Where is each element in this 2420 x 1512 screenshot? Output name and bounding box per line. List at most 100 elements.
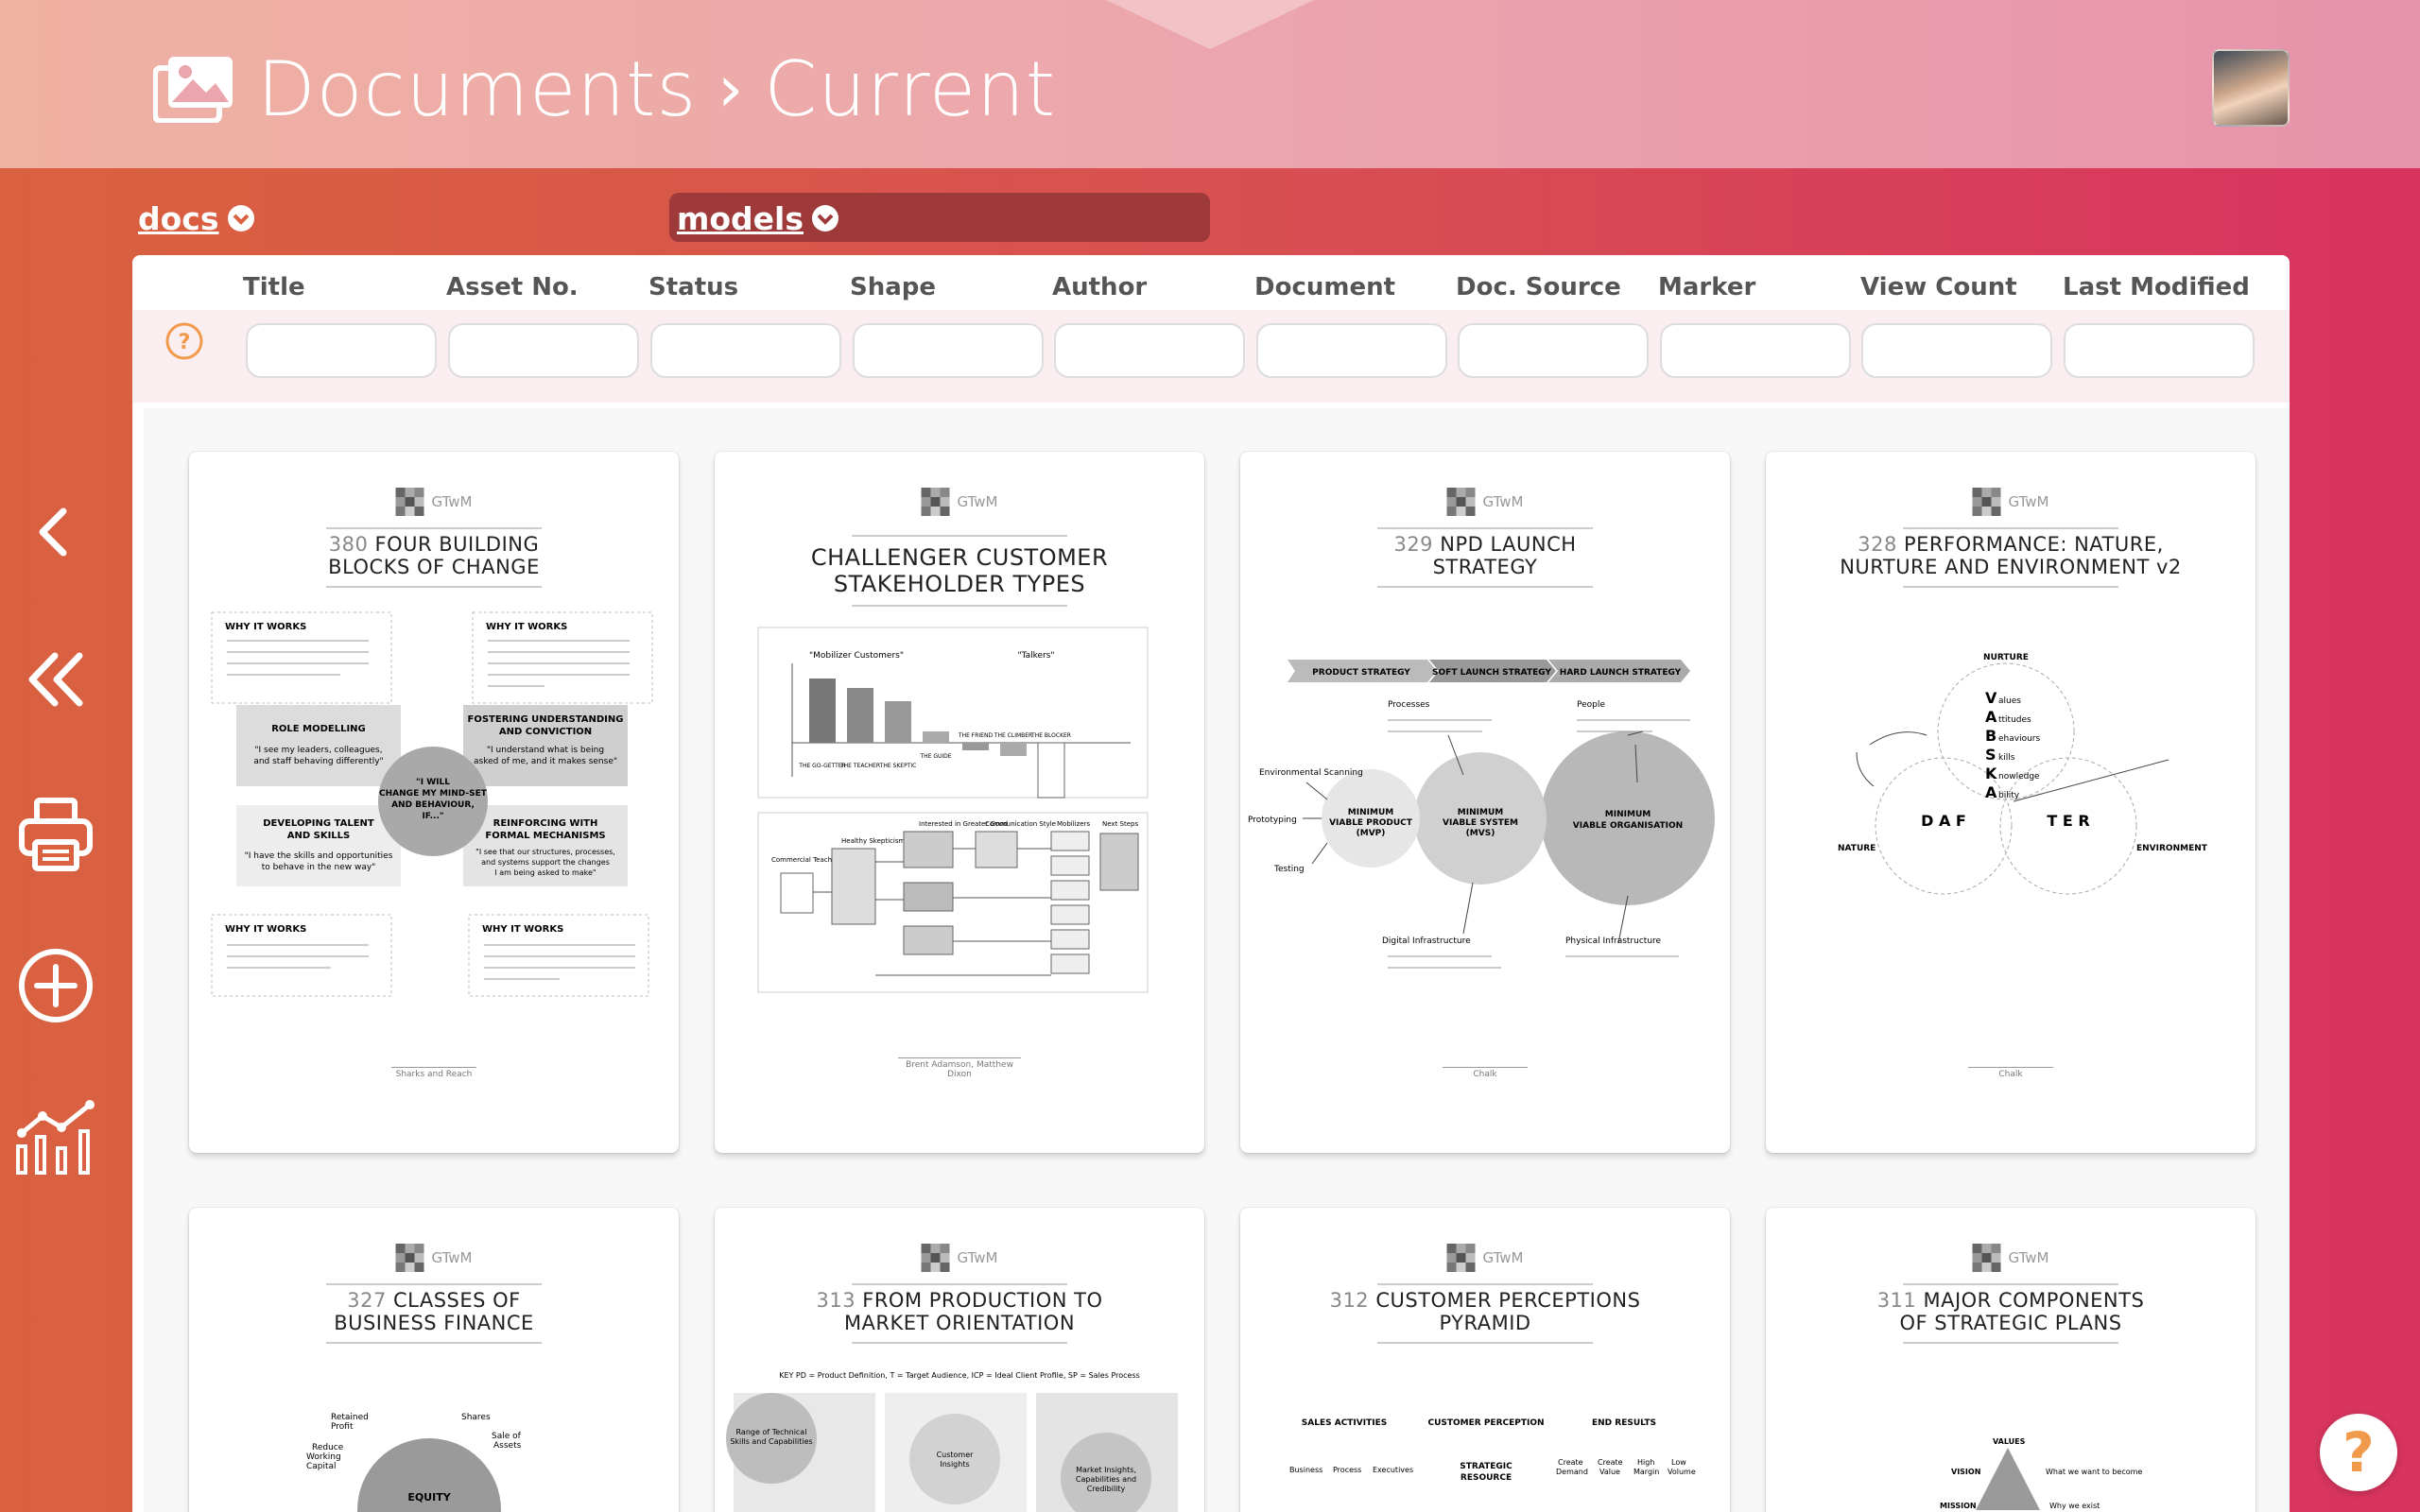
document-card[interactable]: GTwM 311 MAJOR COMPONENTS OF STRATEGIC PL…	[1766, 1208, 2256, 1512]
title-rule	[326, 1342, 542, 1344]
title-filter-input[interactable]	[246, 323, 437, 378]
column-header-title[interactable]: Title	[243, 268, 305, 306]
column-header-view-count[interactable]: View Count	[1860, 268, 2017, 306]
svg-text:VISION: VISION	[1951, 1468, 1980, 1476]
svg-text:MINIMUM: MINIMUM	[1458, 808, 1503, 817]
svg-text:DEVELOPING TALENT: DEVELOPING TALENT	[263, 818, 374, 829]
business-finance-diagram: EQUITY RetainedProfit Shares ReduceWorki…	[306, 1413, 522, 1512]
user-avatar[interactable]	[2212, 49, 2290, 127]
column-header-status[interactable]: Status	[648, 268, 738, 306]
svg-text:CUSTOMER PERCEPTION: CUSTOMER PERCEPTION	[1427, 1418, 1544, 1428]
help-button[interactable]: ?	[2320, 1414, 2397, 1491]
title-rule	[852, 605, 1067, 607]
npd-launch-diagram: PRODUCT STRATEGY SOFT LAUNCH STRATEGY HA…	[1248, 660, 1715, 969]
document-card[interactable]: GTwM 329 NPD LAUNCH STRATEGY PRODUCT STRA…	[1240, 452, 1730, 1153]
svg-text:and staff behaving differently: and staff behaving differently"	[253, 757, 383, 766]
svg-text:Healthy Skepticism: Healthy Skepticism	[841, 837, 905, 845]
marker-filter-input[interactable]	[1660, 323, 1851, 378]
svg-text:"I have the skills and opportu: "I have the skills and opportunities	[245, 851, 393, 861]
svg-text:asked of me, and it makes sens: asked of me, and it makes sense"	[474, 757, 617, 766]
add-button[interactable]	[13, 943, 98, 1028]
question-circle-icon[interactable]: ?	[164, 321, 204, 361]
title-rule	[852, 535, 1067, 537]
svg-text:IF...": IF..."	[422, 812, 443, 821]
svg-text:AND BEHAVIOUR,: AND BEHAVIOUR,	[391, 800, 475, 810]
svg-text:Next Steps: Next Steps	[1102, 820, 1138, 828]
svg-text:MINIMUM: MINIMUM	[1605, 810, 1651, 819]
document-filter-input[interactable]	[1256, 323, 1447, 378]
document-card[interactable]: GTwM CHALLENGER CUSTOMER STAKEHOLDER TYPE…	[715, 452, 1204, 1153]
column-header-asset-no[interactable]: Asset No.	[446, 268, 579, 306]
document-card[interactable]: GTwM 380 FOUR BUILDING BLOCKS OF CHANGE W…	[189, 452, 679, 1153]
title-rule	[1377, 527, 1593, 529]
doc-source-filter-input[interactable]	[1458, 323, 1649, 378]
gtwm-logo: GTwM	[1972, 488, 2048, 516]
svg-text:(MVS): (MVS)	[1466, 829, 1495, 838]
document-card[interactable]: GTwM 328 PERFORMANCE: NATURE, NURTURE AND…	[1766, 452, 2256, 1153]
svg-text:WHY IT WORKS: WHY IT WORKS	[482, 924, 563, 935]
docs-filter[interactable]: docs	[138, 195, 255, 242]
view-count-filter-input[interactable]	[1861, 323, 2052, 378]
card-title: 329 NPD LAUNCH STRATEGY	[1393, 533, 1577, 578]
svg-text:B: B	[1985, 727, 1996, 745]
card-footer: Chalk	[1443, 1067, 1528, 1079]
svg-text:A: A	[1985, 783, 1997, 801]
svg-text:MISSION: MISSION	[1940, 1502, 1977, 1510]
svg-text:Low: Low	[1671, 1458, 1686, 1467]
column-header-shape[interactable]: Shape	[850, 268, 936, 306]
print-button[interactable]	[13, 792, 98, 877]
svg-text:?: ?	[179, 331, 191, 354]
svg-text:Executives: Executives	[1373, 1466, 1413, 1474]
svg-text:ROLE MODELLING: ROLE MODELLING	[271, 724, 366, 734]
svg-text:(MVP): (MVP)	[1357, 829, 1386, 838]
svg-text:ENVIRONMENT: ENVIRONMENT	[2136, 844, 2208, 853]
column-header-marker[interactable]: Marker	[1658, 268, 1755, 306]
column-header-author[interactable]: Author	[1052, 268, 1147, 306]
svg-text:Value: Value	[1599, 1468, 1620, 1476]
svg-text:ehaviours: ehaviours	[1998, 734, 2040, 744]
svg-text:High: High	[1637, 1458, 1654, 1467]
svg-text:V: V	[1985, 689, 1997, 707]
title-rule	[1903, 1283, 2118, 1285]
svg-text:S: S	[1985, 746, 1996, 764]
svg-text:Create: Create	[1598, 1458, 1623, 1467]
svg-text:Insights: Insights	[940, 1460, 969, 1469]
status-filter-input[interactable]	[650, 323, 841, 378]
models-filter[interactable]: models	[677, 195, 839, 242]
svg-text:THE GUIDE: THE GUIDE	[919, 753, 951, 760]
analytics-button[interactable]	[13, 1094, 98, 1179]
chevron-down-circle-icon	[812, 205, 839, 232]
card-title: 313 FROM PRODUCTION TO MARKET ORIENTATION	[816, 1289, 1103, 1334]
gtwm-logo: GTwM	[921, 488, 997, 516]
chart-line-icon	[16, 1100, 95, 1175]
back-button[interactable]	[13, 490, 98, 575]
svg-text:"I understand what is being: "I understand what is being	[487, 746, 604, 755]
svg-text:RESOURCE: RESOURCE	[1461, 1473, 1512, 1483]
breadcrumb-root[interactable]: Documents	[257, 45, 697, 133]
document-card[interactable]: GTwM 313 FROM PRODUCTION TO MARKET ORIENT…	[715, 1208, 1204, 1512]
svg-text:Testing: Testing	[1273, 865, 1305, 874]
column-header-document[interactable]: Document	[1254, 268, 1395, 306]
asset-no-filter-input[interactable]	[448, 323, 639, 378]
svg-text:Mobilizers: Mobilizers	[1057, 820, 1090, 828]
card-footer: Brent Adamson, Matthew Dixon	[898, 1057, 1021, 1079]
shape-filter-input[interactable]	[853, 323, 1044, 378]
gtwm-logo: GTwM	[1446, 488, 1523, 516]
svg-text:KEY PD = Product Definition, T: KEY PD = Product Definition, T = Target …	[779, 1371, 1140, 1380]
document-card[interactable]: GTwM 327 CLASSES OF BUSINESS FINANCE EQUI…	[189, 1208, 679, 1512]
svg-text:"Talkers": "Talkers"	[1017, 651, 1054, 661]
svg-text:Digital Infrastructure: Digital Infrastructure	[1382, 936, 1471, 946]
stakeholder-diagram: "Mobilizer Customers" "Talkers" THE GO-G…	[757, 627, 1149, 993]
svg-text:Reduce: Reduce	[312, 1443, 344, 1452]
svg-text:SALES ACTIVITIES: SALES ACTIVITIES	[1302, 1418, 1387, 1428]
gtwm-logo: GTwM	[921, 1244, 997, 1272]
last-modified-filter-input[interactable]	[2064, 323, 2255, 378]
svg-text:FOSTERING UNDERSTANDING: FOSTERING UNDERSTANDING	[468, 714, 624, 725]
gtwm-logo: GTwM	[395, 488, 472, 516]
document-card[interactable]: GTwM 312 CUSTOMER PERCEPTIONS PYRAMID SAL…	[1240, 1208, 1730, 1512]
column-header-last-modified[interactable]: Last Modified	[2063, 268, 2250, 306]
svg-text:People: People	[1577, 700, 1605, 710]
column-header-doc-source[interactable]: Doc. Source	[1456, 268, 1621, 306]
author-filter-input[interactable]	[1054, 323, 1245, 378]
first-page-button[interactable]	[13, 637, 98, 722]
